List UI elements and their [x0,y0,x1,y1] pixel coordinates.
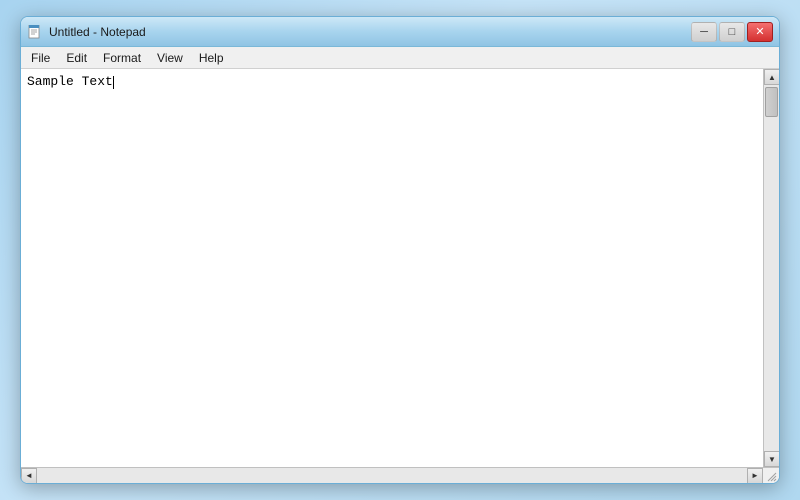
bottom-bar: ◄ ► [21,467,779,483]
scroll-down-button[interactable]: ▼ [764,451,779,467]
menu-bar: File Edit Format View Help [21,47,779,69]
text-editor[interactable]: Sample Text [21,69,763,467]
menu-file[interactable]: File [23,49,58,67]
maximize-button[interactable]: □ [719,22,745,42]
vertical-scrollbar: ▲ ▼ [763,69,779,467]
notepad-window: Untitled - Notepad ─ □ ✕ File Edit Forma… [20,16,780,484]
scroll-right-button[interactable]: ► [747,468,763,484]
editor-area: Sample Text ▲ ▼ [21,69,779,467]
window-controls: ─ □ ✕ [691,22,773,42]
resize-grip[interactable] [763,468,779,484]
minimize-button[interactable]: ─ [691,22,717,42]
scroll-up-button[interactable]: ▲ [764,69,779,85]
window-title: Untitled - Notepad [49,25,691,39]
menu-edit[interactable]: Edit [58,49,95,67]
menu-format[interactable]: Format [95,49,149,67]
text-cursor [113,76,114,89]
scroll-track-h[interactable] [37,468,747,484]
menu-help[interactable]: Help [191,49,232,67]
app-icon [27,24,43,40]
horizontal-scrollbar: ◄ ► [21,468,763,484]
menu-view[interactable]: View [149,49,191,67]
title-bar: Untitled - Notepad ─ □ ✕ [21,17,779,47]
scroll-left-button[interactable]: ◄ [21,468,37,484]
close-button[interactable]: ✕ [747,22,773,42]
scroll-thumb-v[interactable] [765,87,778,117]
scroll-track-v[interactable] [764,85,779,451]
